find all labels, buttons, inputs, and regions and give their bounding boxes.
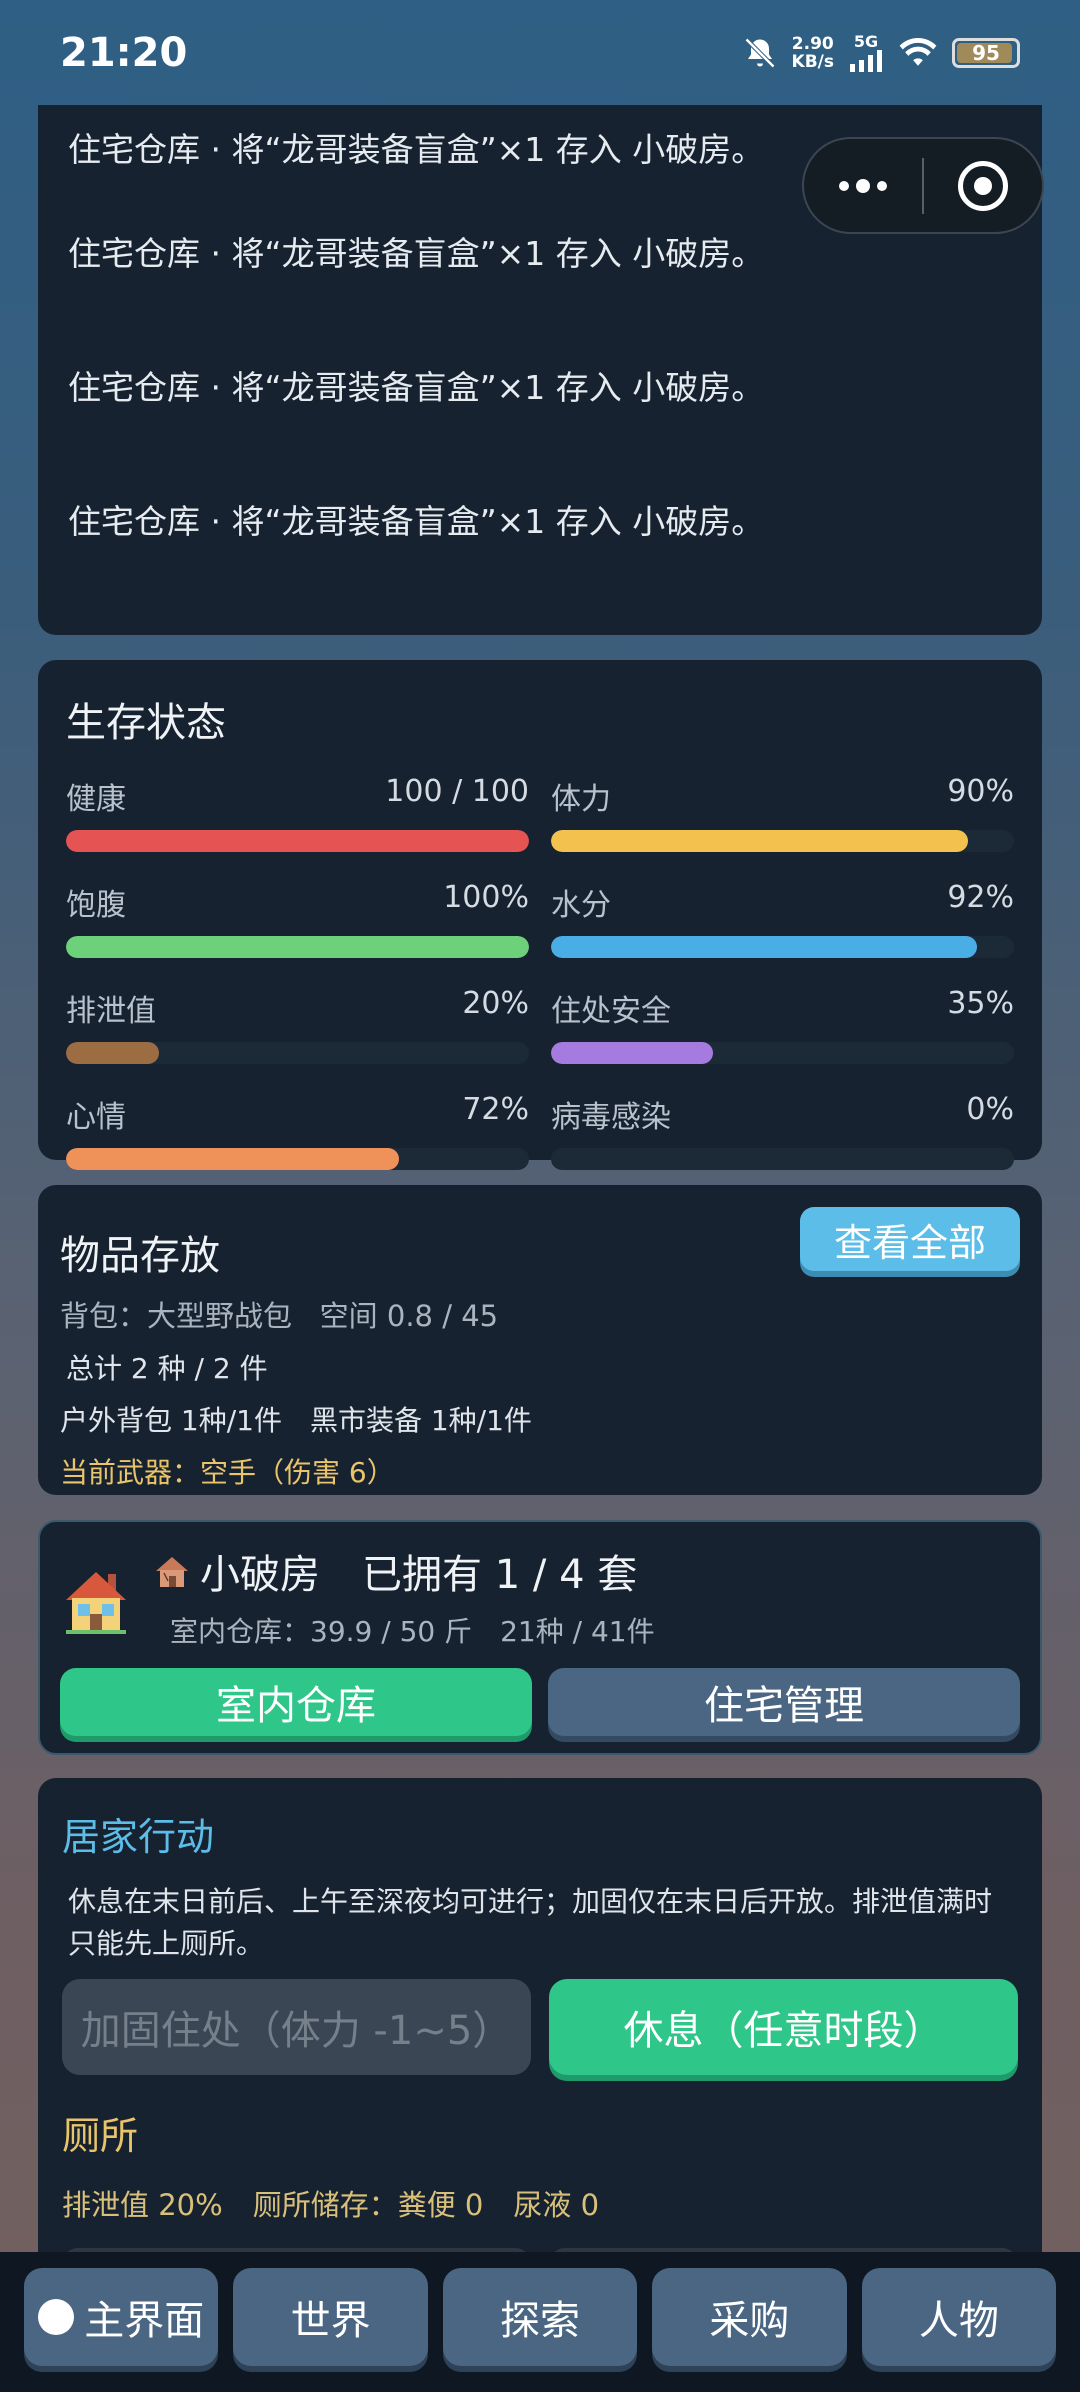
stat-bar bbox=[551, 1042, 1014, 1064]
stat-value: 20% bbox=[462, 986, 529, 1021]
stat-bar-fill bbox=[66, 1148, 400, 1170]
survival-title: 生存状态 bbox=[66, 700, 226, 746]
stat-value: 90% bbox=[947, 774, 1014, 809]
stat-header: 饱腹 100% bbox=[66, 880, 529, 924]
more-dots-icon bbox=[839, 178, 887, 193]
storage-total: 总计 2 种 / 2 件 bbox=[66, 1352, 268, 1385]
stat-header: 体力 90% bbox=[551, 774, 1014, 818]
backpack-info: 背包：大型野战包 空间 0.8 / 45 bbox=[60, 1299, 499, 1333]
active-dot-icon bbox=[38, 2299, 75, 2335]
stat-bar-fill bbox=[66, 1042, 159, 1064]
nav-shop[interactable]: 采购 bbox=[652, 2268, 847, 2366]
stats-grid: 健康 100 / 100 体力 90% 饱腹 100% 水分 92% 排泄值 20% 住处安全 35%… bbox=[66, 774, 1014, 1170]
storage-card: 物品存放 查看全部 背包：大型野战包 空间 0.8 / 45 总计 2 种 / … bbox=[38, 1185, 1042, 1495]
battery-icon: 95 bbox=[952, 37, 1020, 68]
stat-name: 排泄值 bbox=[66, 994, 156, 1029]
home-actions-title: 居家行动 bbox=[62, 1815, 215, 1859]
stat-value: 35% bbox=[947, 986, 1014, 1021]
stat-bar-fill bbox=[66, 936, 529, 958]
stat-value: 100 / 100 bbox=[385, 774, 529, 809]
wifi-icon bbox=[899, 37, 937, 66]
stat-header: 水分 92% bbox=[551, 880, 1014, 924]
home-actions-description: 休息在末日前后、上午至深夜均可进行；加固仅在末日后开放。排泄值满时只能先上厕所。 bbox=[68, 1885, 993, 1960]
stat-bar bbox=[66, 830, 529, 852]
clock: 21:20 bbox=[60, 29, 188, 76]
stat-bar-fill bbox=[551, 936, 977, 958]
mute-bell-icon bbox=[744, 37, 775, 68]
storage-categories: 户外背包 1种/1件 黑市装备 1种/1件 bbox=[60, 1404, 532, 1437]
nav-home[interactable]: 主界面 bbox=[24, 2268, 219, 2366]
broken-house-icon bbox=[156, 1557, 188, 1587]
stat-value: 100% bbox=[443, 880, 529, 915]
stat-item: 住处安全 35% bbox=[551, 986, 1014, 1064]
nav-world[interactable]: 世界 bbox=[233, 2268, 428, 2366]
stat-bar bbox=[551, 830, 1014, 852]
stat-name: 病毒感染 bbox=[551, 1100, 671, 1135]
stat-header: 健康 100 / 100 bbox=[66, 774, 529, 818]
stat-name: 水分 bbox=[551, 888, 611, 923]
house-buttons: 室内仓库 住宅管理 bbox=[60, 1668, 1020, 1736]
stat-header: 排泄值 20% bbox=[66, 986, 529, 1030]
stat-value: 0% bbox=[966, 1092, 1014, 1127]
log-line: 住宅仓库 · 将“龙哥装备盲盒”×1 存入 小破房。 bbox=[68, 368, 765, 407]
nav-character[interactable]: 人物 bbox=[861, 2268, 1057, 2366]
stat-bar bbox=[551, 936, 1014, 958]
indoor-warehouse-button[interactable]: 室内仓库 bbox=[60, 1668, 532, 1736]
more-button[interactable] bbox=[804, 139, 922, 232]
signal-icon: 5G bbox=[848, 33, 884, 72]
stat-bar-fill bbox=[551, 1042, 714, 1064]
stat-name: 住处安全 bbox=[551, 994, 671, 1029]
stat-item: 排泄值 20% bbox=[66, 986, 529, 1064]
view-all-button[interactable]: 查看全部 bbox=[800, 1207, 1020, 1271]
stat-bar-fill bbox=[66, 830, 529, 852]
toilet-title: 厕所 bbox=[62, 2114, 139, 2158]
house-manage-button[interactable]: 住宅管理 bbox=[548, 1668, 1020, 1736]
stat-item: 水分 92% bbox=[551, 880, 1014, 958]
miniprogram-capsule bbox=[802, 137, 1044, 234]
house-warehouse-info: 室内仓库：39.9 / 50 斤 21种 / 41件 bbox=[170, 1615, 655, 1648]
house-name: 小破房 bbox=[200, 1552, 320, 1598]
close-miniprogram-button[interactable] bbox=[924, 139, 1042, 232]
stat-name: 心情 bbox=[66, 1100, 126, 1135]
log-line: 住宅仓库 · 将“龙哥装备盲盒”×1 存入 小破房。 bbox=[68, 502, 765, 541]
stat-item: 健康 100 / 100 bbox=[66, 774, 529, 852]
stat-item: 饱腹 100% bbox=[66, 880, 529, 958]
toilet-info: 排泄值 20% 厕所储存：粪便 0 尿液 0 bbox=[62, 2188, 600, 2222]
stat-header: 住处安全 35% bbox=[551, 986, 1014, 1030]
stat-bar bbox=[66, 1042, 529, 1064]
stat-header: 病毒感染 0% bbox=[551, 1092, 1014, 1136]
stat-value: 72% bbox=[462, 1092, 529, 1127]
stat-bar-fill bbox=[551, 830, 968, 852]
stat-name: 体力 bbox=[551, 782, 611, 817]
home-action-buttons: 加固住处（体力 -1~5） 休息（任意时段） bbox=[62, 1979, 1018, 2075]
rest-button[interactable]: 休息（任意时段） bbox=[549, 1979, 1018, 2075]
stat-bar bbox=[551, 1148, 1014, 1170]
stat-item: 心情 72% bbox=[66, 1092, 529, 1170]
house-owned-count: 已拥有 1 / 4 套 bbox=[362, 1552, 638, 1598]
stat-bar bbox=[66, 1148, 529, 1170]
home-actions-card: 居家行动 休息在末日前后、上午至深夜均可进行；加固仅在末日后开放。排泄值满时只能… bbox=[38, 1778, 1042, 2278]
stat-name: 健康 bbox=[66, 782, 126, 817]
stat-header: 心情 72% bbox=[66, 1092, 529, 1136]
stat-name: 饱腹 bbox=[66, 888, 126, 923]
stat-item: 病毒感染 0% bbox=[551, 1092, 1014, 1170]
current-weapon: 当前武器：空手（伤害 6） bbox=[60, 1456, 395, 1489]
house-header: 小破房 已拥有 1 / 4 套 bbox=[152, 1542, 1020, 1600]
status-icons: 2.90 KB/s 5G 95 bbox=[742, 33, 1020, 72]
nav-explore[interactable]: 探索 bbox=[442, 2268, 638, 2366]
house-icon bbox=[66, 1572, 126, 1634]
survival-status-card: 生存状态 健康 100 / 100 体力 90% 饱腹 100% 水分 92% 排泄值 20% 住处… bbox=[38, 660, 1042, 1170]
house-card: 小破房 已拥有 1 / 4 套 室内仓库：39.9 / 50 斤 21种 / 41… bbox=[38, 1520, 1042, 1755]
stat-item: 体力 90% bbox=[551, 774, 1014, 852]
network-speed: 2.90 KB/s bbox=[791, 33, 834, 72]
status-bar: 21:20 2.90 KB/s 5G 95 bbox=[0, 0, 1080, 105]
stat-value: 92% bbox=[947, 880, 1014, 915]
target-icon bbox=[958, 160, 1008, 211]
bottom-nav: 主界面 世界 探索 采购 人物 bbox=[0, 2252, 1080, 2392]
fortify-button[interactable]: 加固住处（体力 -1~5） bbox=[62, 1979, 531, 2075]
stat-bar bbox=[66, 936, 529, 958]
